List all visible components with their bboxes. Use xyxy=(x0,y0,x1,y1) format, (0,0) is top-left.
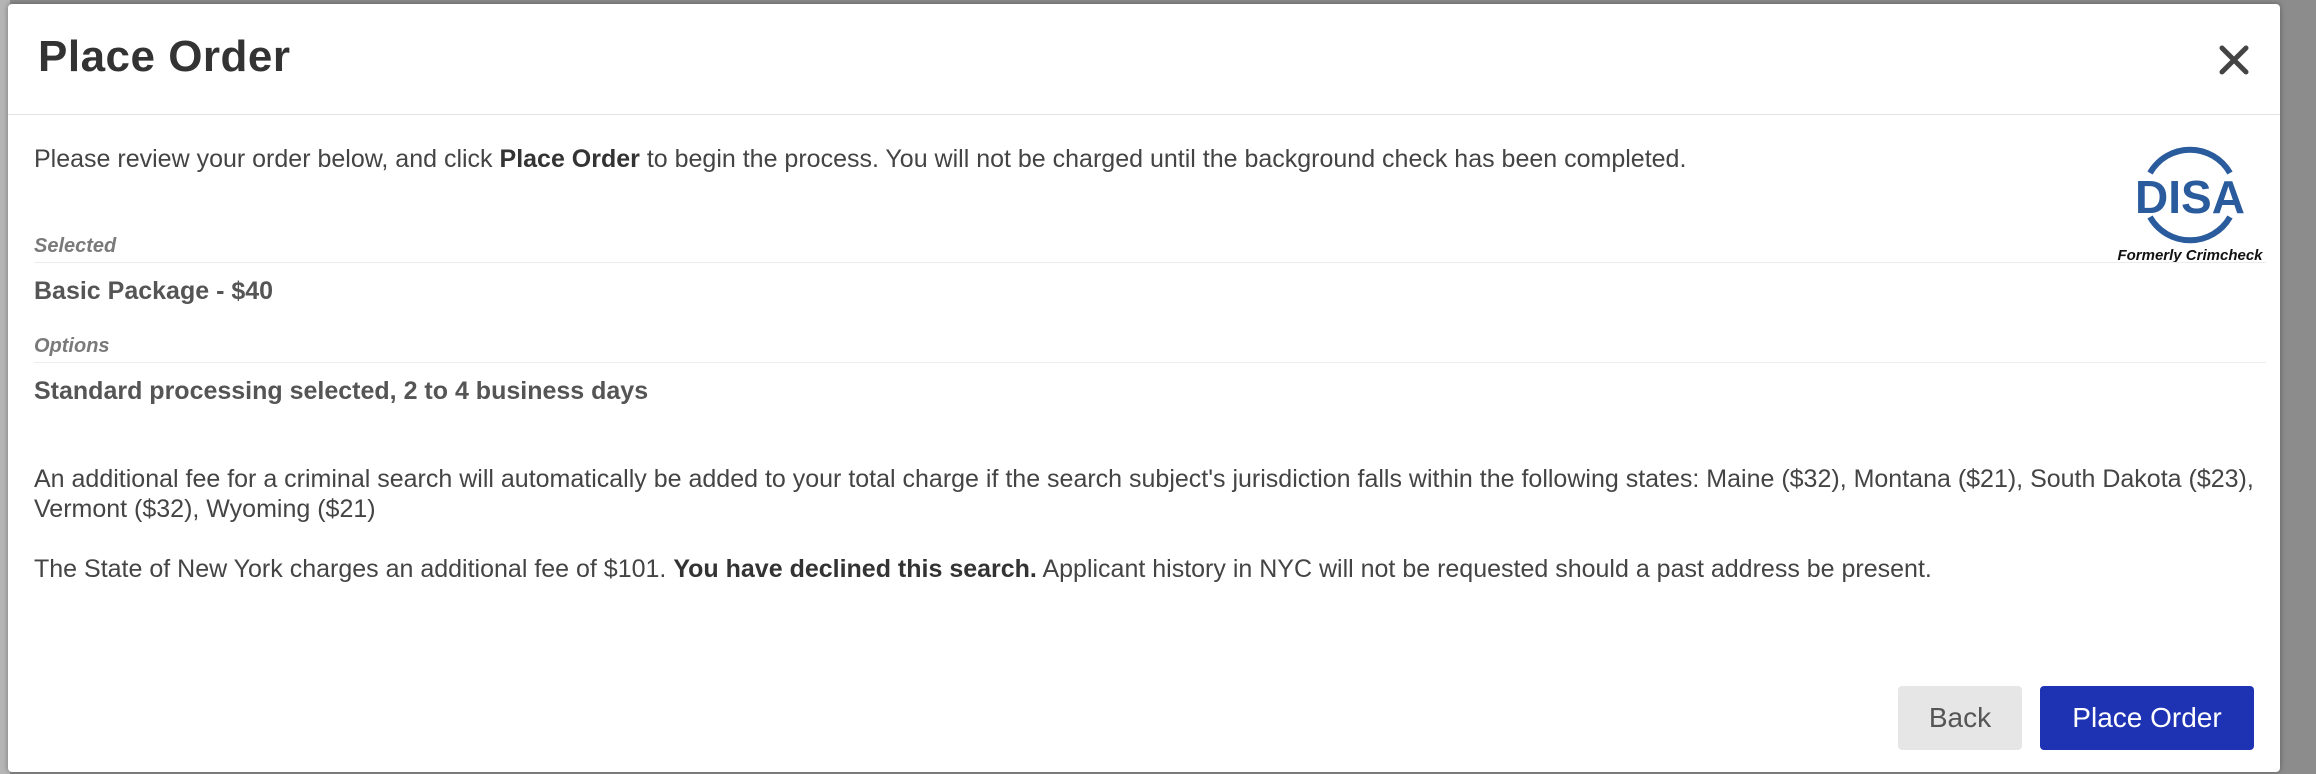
modal-footer: Back Place Order xyxy=(8,655,2280,772)
disa-logo: DISA Formerly Crimcheck xyxy=(2116,143,2264,273)
new-york-fee-notice: The State of New York charges an additio… xyxy=(34,554,2264,584)
disa-logo-icon: DISA xyxy=(2135,146,2245,244)
modal-body: Please review your order below, and clic… xyxy=(8,115,2280,655)
selected-label: Selected xyxy=(34,235,117,257)
close-icon xyxy=(2219,45,2249,75)
options-label: Options xyxy=(34,335,110,357)
place-order-button[interactable]: Place Order xyxy=(2040,686,2254,750)
ny-text-after: Applicant history in NYC will not be req… xyxy=(1036,555,1932,583)
logo-brand-text: DISA xyxy=(2135,171,2245,223)
modal-header: Place Order xyxy=(8,4,2280,115)
selected-processing-option: Standard processing selected, 2 to 4 bus… xyxy=(34,377,649,405)
intro-place-order-emphasis: Place Order xyxy=(499,145,640,173)
options-divider xyxy=(34,362,2266,363)
ny-declined-emphasis: You have declined this search. xyxy=(673,555,1037,583)
place-order-modal: Place Order Please review your order bel… xyxy=(8,4,2280,772)
selected-package: Basic Package - $40 xyxy=(34,277,274,305)
selected-divider xyxy=(34,262,2266,263)
order-review-instructions: Please review your order below, and clic… xyxy=(34,143,1686,176)
ny-text-before: The State of New York charges an additio… xyxy=(34,555,674,583)
back-button[interactable]: Back xyxy=(1898,686,2022,750)
close-button[interactable] xyxy=(2214,40,2254,80)
modal-title: Place Order xyxy=(38,32,291,81)
intro-text-after: to begin the process. You will not be ch… xyxy=(639,145,1687,173)
state-fee-notice: An additional fee for a criminal search … xyxy=(34,465,2254,523)
intro-text-before: Please review your order below, and clic… xyxy=(34,145,500,173)
